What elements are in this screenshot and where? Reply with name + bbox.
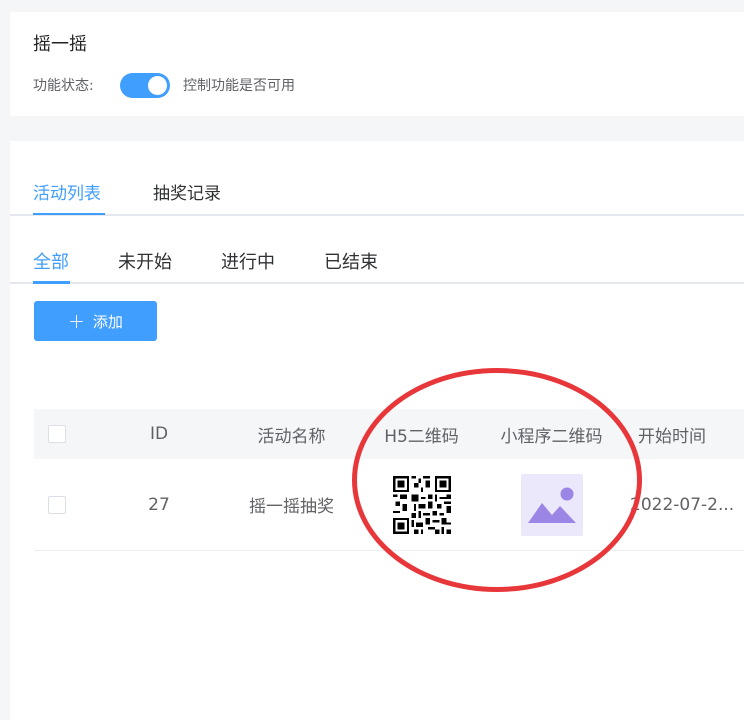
status-toggle[interactable] [120, 73, 170, 98]
select-all-cell [34, 409, 79, 459]
row-checkbox[interactable] [47, 495, 66, 514]
add-button-label: 添加 [92, 312, 123, 331]
status-hint: 控制功能是否可用 [183, 78, 295, 94]
header-mini-qr[interactable]: 小程序二维码 [494, 409, 609, 459]
feature-card: 摇一摇 功能状态: 控制功能是否可用 [10, 12, 744, 116]
feature-title: 摇一摇 [33, 34, 87, 55]
toggle-knob [148, 76, 167, 95]
table-row: 27 摇一摇抽奖 2022-07-2... [34, 459, 744, 551]
tab-not-started[interactable]: 未开始 [118, 248, 172, 274]
h5-qr-cell [374, 459, 469, 550]
activity-table: ID 活动名称 H5二维码 小程序二维码 开始时间 27 摇一摇抽奖 2022-… [34, 409, 744, 551]
image-placeholder-glyph [527, 487, 576, 523]
row-start-time: 2022-07-2... [630, 494, 735, 515]
header-id[interactable]: ID [124, 409, 194, 459]
header-h5-qr[interactable]: H5二维码 [374, 409, 469, 459]
tab-active-indicator [33, 281, 70, 284]
image-placeholder-icon[interactable] [520, 473, 583, 536]
select-all-checkbox[interactable] [47, 425, 66, 443]
activity-card: 活动列表 抽奖记录 全部 未开始 进行中 已结束 + 添加 ID 活动名称 H5… [10, 141, 744, 720]
tab-in-progress[interactable]: 进行中 [221, 248, 275, 274]
tab-lottery-records[interactable]: 抽奖记录 [153, 179, 221, 204]
status-tabs: 全部 未开始 进行中 已结束 [10, 231, 744, 284]
tab-ended[interactable]: 已结束 [324, 248, 378, 274]
primary-tabs: 活动列表 抽奖记录 [10, 141, 744, 216]
row-name: 摇一摇抽奖 [249, 497, 334, 517]
add-button[interactable]: + 添加 [34, 301, 157, 341]
header-start-time[interactable]: 开始时间 [626, 409, 744, 459]
status-label: 功能状态: [33, 78, 94, 94]
tab-active-indicator [33, 213, 105, 215]
mini-qr-cell [494, 459, 609, 550]
qr-code-icon[interactable] [392, 475, 451, 534]
row-select-cell [34, 459, 79, 550]
tab-activity-list[interactable]: 活动列表 [33, 179, 101, 204]
row-id: 27 [148, 494, 170, 515]
table-header: ID 活动名称 H5二维码 小程序二维码 开始时间 [34, 409, 744, 459]
header-name[interactable]: 活动名称 [234, 409, 349, 459]
tab-all[interactable]: 全部 [33, 248, 69, 274]
plus-icon: + [68, 309, 85, 333]
